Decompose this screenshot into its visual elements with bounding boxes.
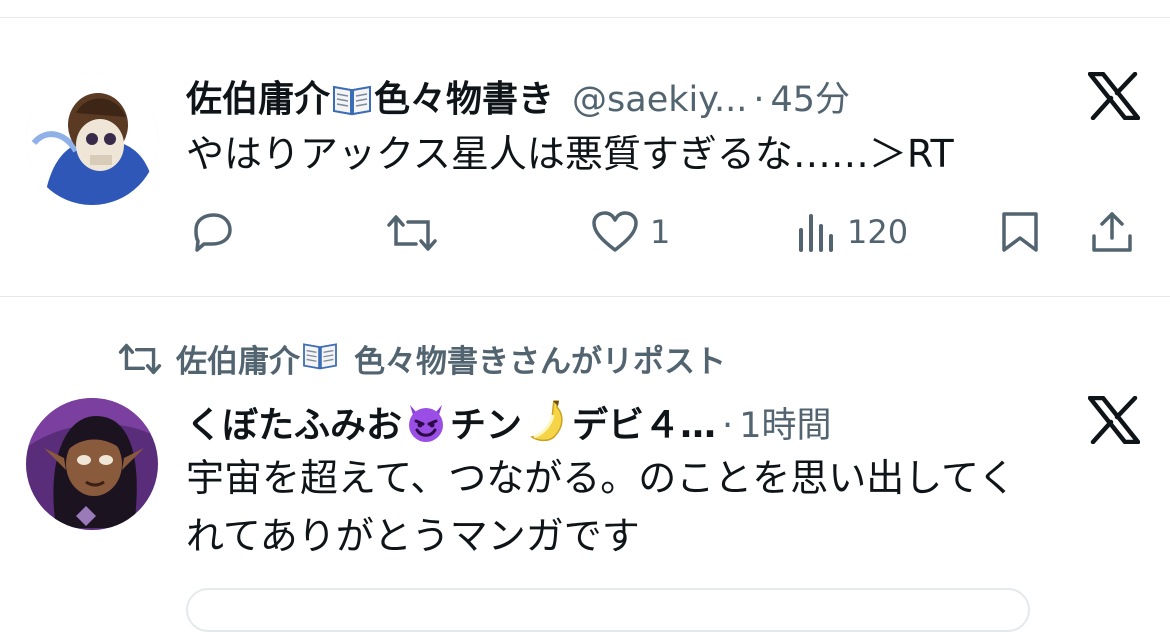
media-card[interactable] — [186, 588, 1030, 632]
avatar-dark-elf-character-image — [26, 398, 158, 530]
author-name-part2: チン — [450, 405, 523, 446]
smiling-imp-icon — [404, 399, 448, 452]
tweet-2[interactable]: くぼたふみお チン デビ４… · 1時間 宇宙を超えて、つながる。のことを思い出して… — [0, 0, 1170, 632]
author-name-part1: くぼたふみお — [186, 405, 403, 446]
tweet-header: くぼたふみお チン デビ４… · 1時間 — [186, 396, 831, 452]
tweet-text-line1: 宇宙を超えて、つながる。のことを思い出してく — [186, 456, 1016, 500]
separator-dot: · — [722, 406, 734, 446]
avatar[interactable] — [26, 398, 158, 530]
author-name[interactable]: くぼたふみお チン デビ４… — [186, 396, 716, 452]
tweet-text-line2: れてありがとうマンガです — [186, 514, 640, 558]
banana-icon — [524, 397, 570, 452]
x-logo-icon — [1087, 395, 1141, 448]
author-name-part3: デビ４… — [572, 405, 717, 446]
timestamp[interactable]: 1時間 — [739, 397, 831, 448]
